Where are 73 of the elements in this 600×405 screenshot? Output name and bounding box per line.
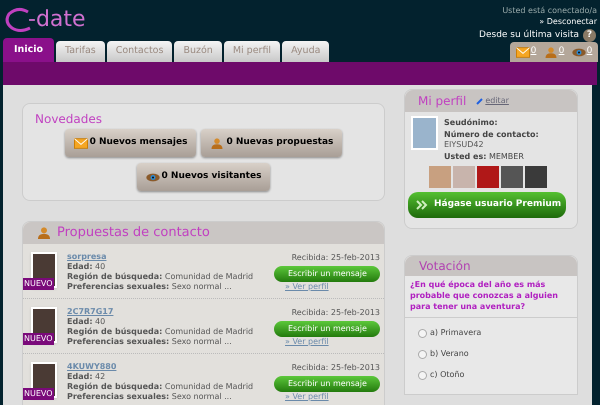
view-profile-link[interactable]: » Ver perfil	[285, 282, 329, 292]
preferences-text: Preferencias sexuales: Sexo normal ...	[67, 337, 233, 347]
counter-link[interactable]: 0	[586, 45, 592, 59]
region-text: Región de búsqueda: Comunidad de Madrid	[67, 327, 254, 337]
contact-number-label: Número de contacto:	[444, 130, 539, 140]
person-icon	[544, 46, 558, 58]
news-button[interactable]: 0 Nuevas propuestas	[201, 129, 342, 157]
contact-number: EIYSUD42	[444, 140, 485, 150]
member-status: Usted es: MEMBER	[444, 152, 525, 162]
person-icon	[210, 138, 224, 148]
preferences-text: Preferencias sexuales: Sexo normal ...	[67, 392, 233, 402]
age-text: Edad: 42	[67, 372, 106, 382]
login-status: Usted está conectado/a	[502, 5, 597, 17]
radio-button[interactable]	[418, 370, 427, 380]
photo-thumbnail[interactable]	[501, 166, 523, 188]
news-button[interactable]: 0 Nuevos visitantes	[136, 163, 270, 191]
new-badge: NUEVO	[23, 388, 54, 400]
write-message-button[interactable]: Escribir un mensaje	[274, 321, 380, 337]
region-text: Región de búsqueda: Comunidad de Madrid	[67, 382, 254, 392]
eye-icon	[146, 172, 160, 182]
edit-link[interactable]: editar	[476, 95, 509, 107]
last-visit-label: Desde su última visita	[479, 29, 579, 42]
counter-link[interactable]: 0	[530, 45, 536, 59]
write-message-button[interactable]: Escribir un mensaje	[274, 266, 380, 282]
poll-question: ¿En qué época del año es más probable que conozcas a alguien para tener una aventura?	[405, 276, 577, 318]
logout-link[interactable]: » Desconectar	[539, 16, 597, 28]
region-text: Región de búsqueda: Comunidad de Madrid	[67, 272, 254, 282]
preferences-text: Preferencias sexuales: Sexo normal ...	[67, 282, 233, 292]
view-profile-link[interactable]: » Ver perfil	[285, 392, 329, 402]
envelope-icon	[74, 138, 88, 148]
write-message-button[interactable]: Escribir un mensaje	[274, 376, 380, 392]
counter-link[interactable]: 0	[558, 45, 564, 59]
poll-option[interactable]: c) Otoño	[430, 369, 464, 381]
pencil-icon	[476, 97, 484, 105]
help-button[interactable]: ?	[583, 29, 596, 42]
new-badge: NUEVO	[23, 333, 54, 345]
panel-title: Votación	[419, 258, 471, 275]
age-text: Edad: 40	[67, 262, 106, 272]
photo-thumbnail[interactable]	[453, 166, 475, 188]
radio-button[interactable]	[418, 328, 427, 338]
age-text: Edad: 40	[67, 317, 106, 327]
view-profile-link[interactable]: » Ver perfil	[285, 337, 329, 347]
photo-thumbnail[interactable]	[477, 166, 499, 188]
eye-icon	[572, 46, 586, 58]
pseudonym-label: Seudónimo:	[444, 118, 499, 128]
profile-name-link[interactable]: 2C7R7G17	[67, 307, 254, 317]
person-icon	[37, 227, 51, 239]
nav-tab[interactable]: Buzón	[174, 41, 222, 62]
new-badge: NUEVO	[23, 278, 54, 290]
nav-tab[interactable]: Tarifas	[56, 41, 105, 62]
received-date: Recibida: 25-feb-2013	[292, 252, 380, 264]
panel-title: Mi perfil	[418, 93, 466, 110]
news-button[interactable]: 0 Nuevos mensajes	[64, 129, 196, 157]
photo-thumbnail[interactable]	[429, 166, 451, 188]
envelope-icon	[516, 46, 530, 58]
panel-title: Novedades	[35, 111, 104, 128]
poll-option[interactable]: b) Verano	[430, 348, 469, 360]
received-date: Recibida: 25-feb-2013	[292, 362, 380, 374]
double-chevron-icon	[416, 200, 428, 210]
poll-option[interactable]: a) Primavera	[430, 327, 482, 339]
premium-button[interactable]: Hágase usuario Premium	[408, 192, 566, 218]
profile-photo	[411, 116, 438, 150]
logo[interactable]: -date	[4, 6, 86, 34]
photo-thumbnail[interactable]	[525, 166, 547, 188]
nav-tab[interactable]: Mi perfil	[224, 41, 280, 62]
profile-name-link[interactable]: sorpresa	[67, 252, 254, 262]
received-date: Recibida: 25-feb-2013	[292, 307, 380, 319]
radio-button[interactable]	[418, 350, 427, 358]
nav-tab[interactable]: Inicio	[3, 38, 54, 62]
nav-tab[interactable]: Ayuda	[282, 41, 330, 62]
nav-tab[interactable]: Contactos	[106, 41, 172, 62]
profile-name-link[interactable]: 4KUWY880	[67, 362, 254, 372]
panel-title: Propuestas de contacto	[57, 224, 210, 242]
